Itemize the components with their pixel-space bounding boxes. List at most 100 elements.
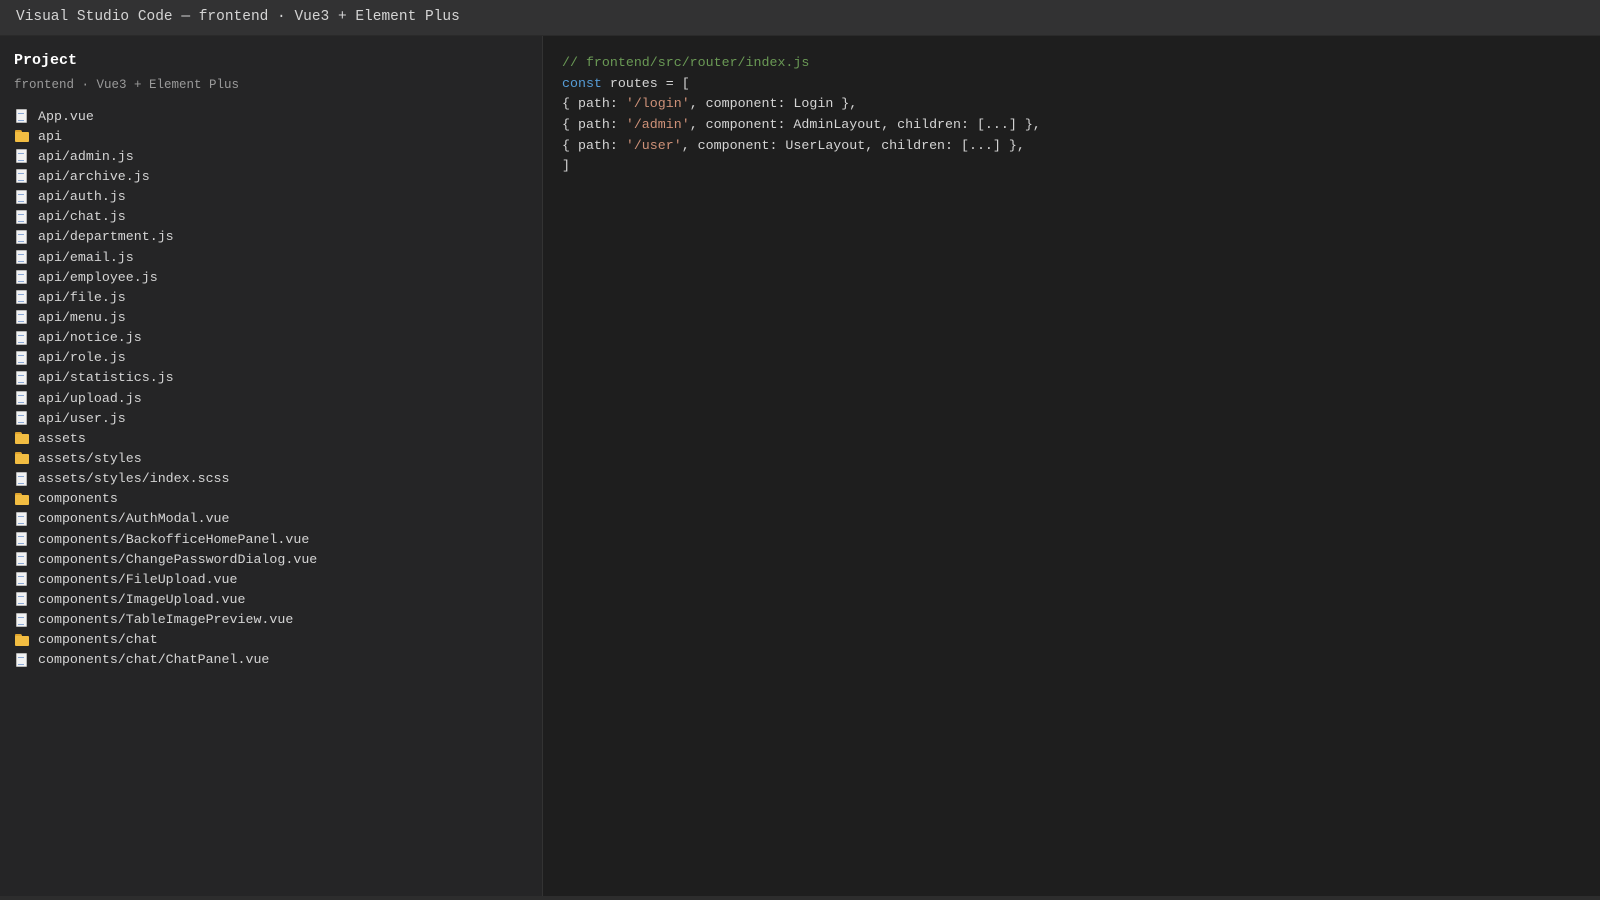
tree-item-label: api xyxy=(38,128,62,144)
file-icon xyxy=(14,249,30,265)
tree-item[interactable]: api/employee.js xyxy=(14,267,317,287)
explorer-sidebar: Project frontend · Vue3 + Element Plus A… xyxy=(0,36,543,896)
file-icon xyxy=(14,390,30,406)
tree-item[interactable]: api xyxy=(14,126,317,146)
tree-item-label: api/upload.js xyxy=(38,390,142,406)
code-lines: // frontend/src/router/index.js const rou… xyxy=(562,53,1041,177)
tree-item-label: components/ChangePasswordDialog.vue xyxy=(38,551,318,567)
tree-item[interactable]: components/chat/ChatPanel.vue xyxy=(14,650,317,670)
file-icon xyxy=(14,209,30,225)
file-icon xyxy=(14,551,30,567)
tree-item-label: components/ImageUpload.vue xyxy=(38,591,246,607)
code-token-plain: { path: xyxy=(562,137,626,153)
folder-icon xyxy=(14,491,30,507)
tree-item-label: api/statistics.js xyxy=(38,370,174,386)
tree-item[interactable]: assets xyxy=(14,428,317,448)
tree-item-label: api/menu.js xyxy=(38,309,126,325)
code-token-plain: , component: Login }, xyxy=(689,96,858,112)
file-icon xyxy=(14,108,30,124)
code-token-string: '/admin' xyxy=(625,117,690,133)
tree-item[interactable]: api/auth.js xyxy=(14,187,317,207)
tree-item-label: api/chat.js xyxy=(38,209,126,225)
tree-item-label: api/notice.js xyxy=(38,330,142,346)
file-icon xyxy=(14,269,30,285)
tree-item-label: components/chat/ChatPanel.vue xyxy=(38,652,270,668)
tree-item[interactable]: api/user.js xyxy=(14,408,317,428)
file-icon xyxy=(14,168,30,184)
file-icon xyxy=(14,471,30,487)
tree-item[interactable]: api/archive.js xyxy=(14,166,317,186)
code-token-plain: routes = [ xyxy=(601,75,690,91)
code-token-plain: , component: UserLayout, children: [...]… xyxy=(681,137,1025,153)
tree-item[interactable]: components/chat xyxy=(14,630,317,650)
tree-item-label: api/admin.js xyxy=(38,148,134,164)
tree-item[interactable]: api/admin.js xyxy=(14,146,317,166)
project-subheading: frontend · Vue3 + Element Plus xyxy=(14,78,240,92)
tree-item[interactable]: components/FileUpload.vue xyxy=(14,569,317,589)
code-line: { path: '/login', component: Login }, xyxy=(562,94,1041,115)
bottom-edge xyxy=(0,896,1600,900)
tree-item-label: components/FileUpload.vue xyxy=(38,571,238,587)
tree-item[interactable]: api/role.js xyxy=(14,348,317,368)
tree-item[interactable]: api/email.js xyxy=(14,247,317,267)
tree-item[interactable]: assets/styles/index.scss xyxy=(14,469,317,489)
tree-item-label: assets/styles xyxy=(38,450,142,466)
tree-item[interactable]: components/AuthModal.vue xyxy=(14,509,317,529)
file-icon xyxy=(14,189,30,205)
code-token-plain: ] xyxy=(562,158,570,174)
code-line: // frontend/src/router/index.js xyxy=(562,53,1041,74)
code-line: const routes = [ xyxy=(562,74,1041,95)
file-icon xyxy=(14,531,30,547)
tree-item-label: api/role.js xyxy=(38,350,126,366)
tree-item-label: assets xyxy=(38,430,86,446)
tree-item[interactable]: api/menu.js xyxy=(14,307,317,327)
tree-item[interactable]: App.vue xyxy=(14,106,317,126)
code-token-string: '/user' xyxy=(625,137,682,153)
file-icon xyxy=(14,511,30,527)
tree-item[interactable]: components/BackofficeHomePanel.vue xyxy=(14,529,317,549)
tree-item-label: assets/styles/index.scss xyxy=(38,471,230,487)
file-tree: App.vue api api/admin.js api/archive.js api/… xyxy=(14,106,317,670)
file-icon xyxy=(14,148,30,164)
file-icon xyxy=(14,591,30,607)
folder-icon xyxy=(14,430,30,446)
tree-item-label: App.vue xyxy=(38,108,94,124)
code-editor[interactable]: // frontend/src/router/index.js const rou… xyxy=(543,36,1600,896)
tree-item[interactable]: components/ChangePasswordDialog.vue xyxy=(14,549,317,569)
tree-item-label: api/employee.js xyxy=(38,269,158,285)
tree-item-label: components/chat xyxy=(38,632,158,648)
tree-item[interactable]: api/upload.js xyxy=(14,388,317,408)
code-token-keyword: const xyxy=(562,75,602,91)
file-icon xyxy=(14,612,30,628)
file-icon xyxy=(14,370,30,386)
tree-item[interactable]: components xyxy=(14,489,317,509)
file-icon xyxy=(14,652,30,668)
tree-item[interactable]: components/TableImagePreview.vue xyxy=(14,610,317,630)
tree-item[interactable]: api/department.js xyxy=(14,227,317,247)
tree-item-label: components xyxy=(38,491,118,507)
code-line: { path: '/admin', component: AdminLayout… xyxy=(562,115,1041,136)
code-token-plain: , component: AdminLayout, children: [...… xyxy=(689,117,1041,133)
code-line: { path: '/user', component: UserLayout, … xyxy=(562,136,1041,157)
tree-item-label: api/file.js xyxy=(38,289,126,305)
tree-item-label: api/archive.js xyxy=(38,168,150,184)
tree-item-label: api/auth.js xyxy=(38,189,126,205)
window-title: Visual Studio Code — frontend · Vue3 + E… xyxy=(16,9,460,25)
tree-item-label: components/TableImagePreview.vue xyxy=(38,612,294,628)
file-icon xyxy=(14,330,30,346)
tree-item-label: api/email.js xyxy=(38,249,134,265)
title-bar: Visual Studio Code — frontend · Vue3 + E… xyxy=(0,0,1600,36)
tree-item[interactable]: api/chat.js xyxy=(14,207,317,227)
tree-item[interactable]: api/file.js xyxy=(14,287,317,307)
file-icon xyxy=(14,350,30,366)
tree-item[interactable]: components/ImageUpload.vue xyxy=(14,589,317,609)
tree-item[interactable]: assets/styles xyxy=(14,448,317,468)
folder-icon xyxy=(14,128,30,144)
tree-item[interactable]: api/notice.js xyxy=(14,328,317,348)
tree-item-label: api/department.js xyxy=(38,229,174,245)
file-icon xyxy=(14,571,30,587)
folder-icon xyxy=(14,632,30,648)
tree-item[interactable]: api/statistics.js xyxy=(14,368,317,388)
project-heading: Project xyxy=(14,52,78,69)
code-token-string: '/login' xyxy=(625,96,690,112)
